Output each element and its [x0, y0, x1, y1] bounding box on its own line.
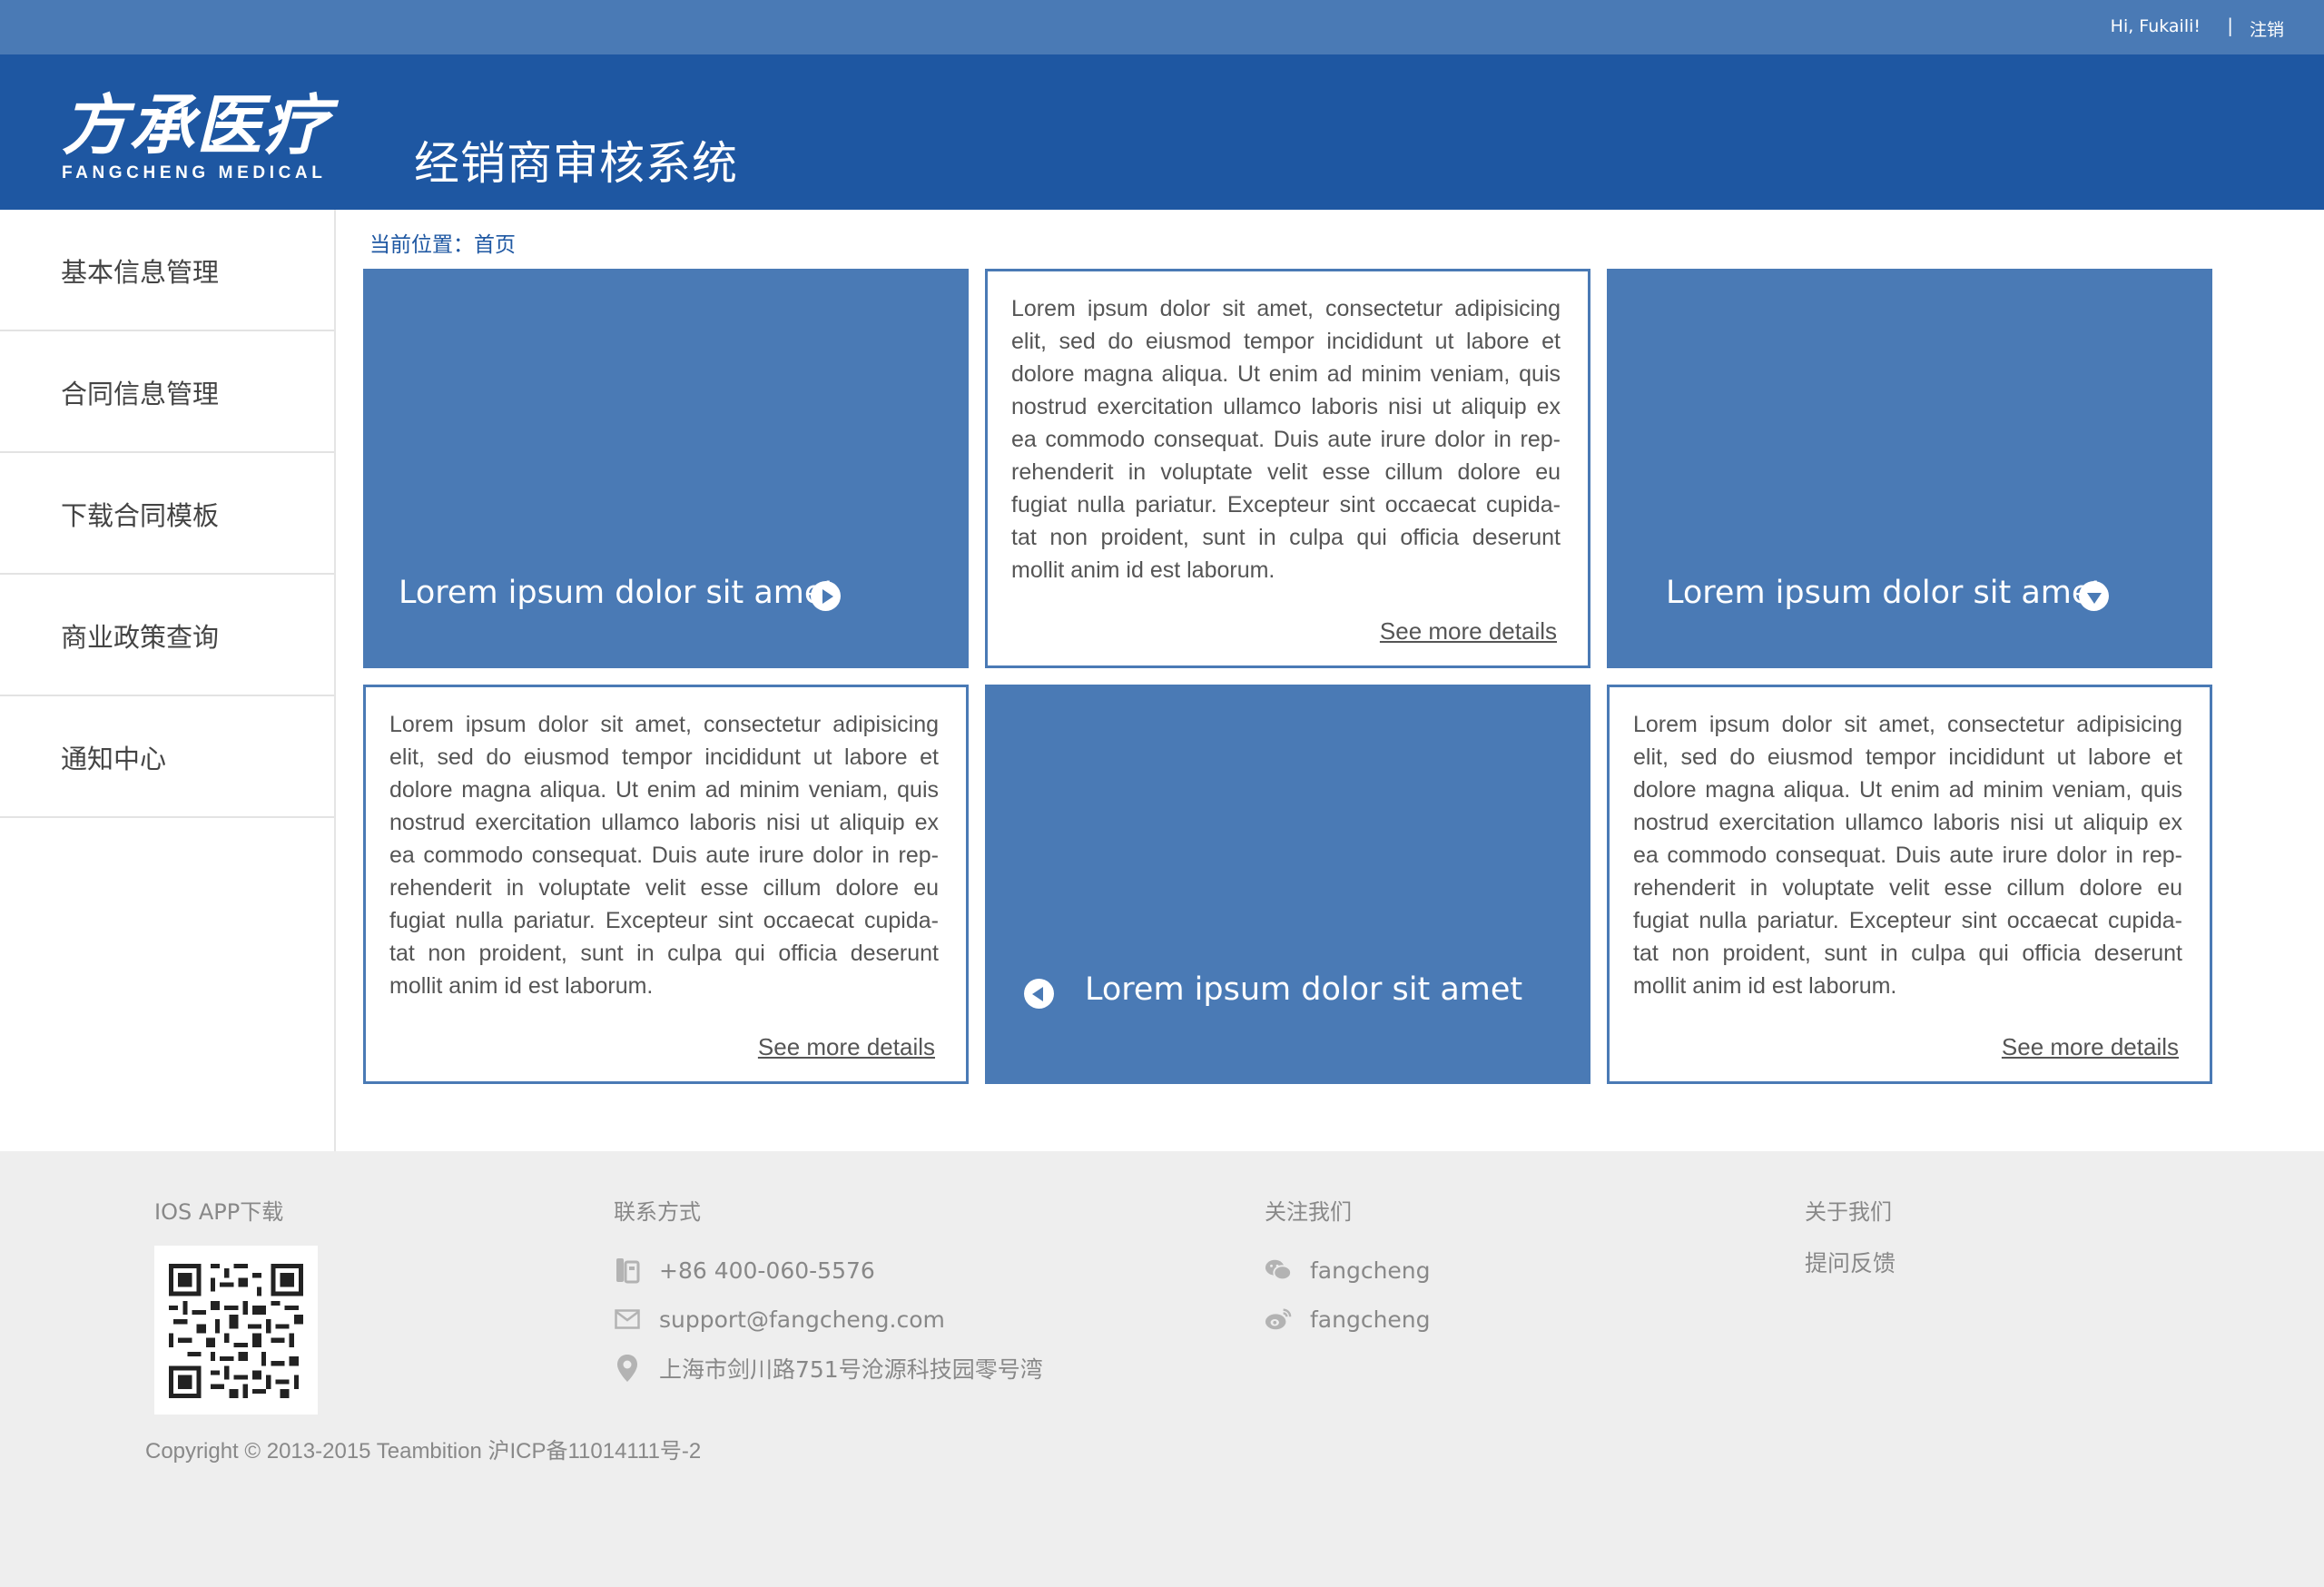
- feedback-link[interactable]: 提问反馈: [1805, 1246, 1896, 1278]
- footer-ios-column: IOS APP下载: [154, 1194, 318, 1414]
- logo-english: FANGCHENG MEDICAL: [62, 163, 327, 182]
- card-body-text: Lorem ipsum dolor sit amet, consectetur …: [1011, 296, 1561, 583]
- sidebar-item-download-template[interactable]: 下载合同模板: [0, 453, 334, 575]
- tile-card-2[interactable]: Lorem ipsum dolor sit amet: [1607, 269, 2212, 668]
- tile-title: Lorem ipsum dolor sit amet: [399, 575, 837, 611]
- logo[interactable]: 方承医疗 FANGCHENG MEDICAL: [62, 87, 343, 182]
- logout-link[interactable]: 注销: [2250, 16, 2284, 41]
- weibo-row: fangcheng: [1265, 1295, 1431, 1344]
- qr-code-icon[interactable]: [154, 1246, 318, 1414]
- user-greeting: Hi, Fukaili!: [2110, 16, 2201, 36]
- text-card-1: Lorem ipsum dolor sit amet, consectetur …: [985, 269, 1590, 668]
- weibo-icon: [1265, 1306, 1292, 1333]
- breadcrumb: 当前位置：首页: [369, 233, 516, 257]
- see-more-link[interactable]: See more details: [2002, 1033, 2179, 1061]
- follow-heading: 关注我们: [1265, 1199, 1352, 1225]
- text-card-2: Lorem ipsum dolor sit amet, consectetur …: [363, 685, 969, 1084]
- footer: IOS APP下载 联系方式 +86 400-060-5576 support@…: [0, 1151, 2324, 1587]
- email-row: support@fangcheng.com: [614, 1295, 1043, 1344]
- contact-heading: 联系方式: [614, 1199, 701, 1225]
- arrow-down-icon: [2079, 581, 2109, 611]
- ios-heading: IOS APP下载: [154, 1199, 284, 1225]
- sidebar: 基本信息管理 合同信息管理 下载合同模板 商业政策查询 通知中心: [0, 210, 336, 1151]
- text-card-3: Lorem ipsum dolor sit amet, consectetur …: [1607, 685, 2212, 1084]
- tile-title: Lorem ipsum dolor sit amet: [1085, 971, 1523, 1008]
- tile-card-1[interactable]: Lorem ipsum dolor sit amet: [363, 269, 969, 668]
- header: 方承医疗 FANGCHENG MEDICAL 经销商审核系统: [0, 54, 2324, 210]
- card-body-text: Lorem ipsum dolor sit amet, consectetur …: [1633, 712, 2182, 999]
- location-icon: [614, 1355, 641, 1382]
- mail-icon: [614, 1306, 641, 1333]
- address-text: 上海市剑川路751号沧源科技园零号湾: [659, 1356, 1043, 1383]
- see-more-link[interactable]: See more details: [1380, 617, 1557, 646]
- system-title: 经销商审核系统: [414, 137, 738, 190]
- topbar-separator: |: [2227, 15, 2233, 36]
- sidebar-item-contract-info[interactable]: 合同信息管理: [0, 331, 334, 453]
- about-heading: 关于我们: [1805, 1199, 1892, 1225]
- phone-number[interactable]: +86 400-060-5576: [659, 1257, 875, 1284]
- see-more-link[interactable]: See more details: [758, 1033, 935, 1061]
- phone-icon: [614, 1257, 641, 1284]
- wechat-row: fangcheng: [1265, 1246, 1431, 1295]
- logo-chinese: 方承医疗: [62, 87, 331, 163]
- sidebar-item-basic-info[interactable]: 基本信息管理: [0, 210, 334, 331]
- weibo-account[interactable]: fangcheng: [1310, 1306, 1431, 1333]
- copyright-text: Copyright © 2013-2015 Teambition 沪ICP备11…: [145, 1439, 702, 1464]
- tile-card-3[interactable]: Lorem ipsum dolor sit amet: [985, 685, 1590, 1084]
- footer-contact-column: 联系方式 +86 400-060-5576 support@fangcheng.…: [614, 1194, 1043, 1393]
- footer-about-column: 关于我们 提问反馈: [1805, 1194, 1896, 1278]
- arrow-left-icon: [1024, 979, 1054, 1009]
- address-row: 上海市剑川路751号沧源科技园零号湾: [614, 1344, 1043, 1393]
- wechat-icon: [1265, 1257, 1292, 1284]
- wechat-account[interactable]: fangcheng: [1310, 1257, 1431, 1284]
- phone-row: +86 400-060-5576: [614, 1246, 1043, 1295]
- tile-title: Lorem ipsum dolor sit amet: [1666, 575, 2104, 611]
- sidebar-item-notifications[interactable]: 通知中心: [0, 696, 334, 818]
- top-bar: Hi, Fukaili! | 注销: [0, 0, 2324, 54]
- email-address[interactable]: support@fangcheng.com: [659, 1306, 945, 1333]
- card-body-text: Lorem ipsum dolor sit amet, consectetur …: [389, 712, 939, 999]
- arrow-right-icon: [811, 581, 841, 611]
- sidebar-item-policy-query[interactable]: 商业政策查询: [0, 575, 334, 696]
- footer-follow-column: 关注我们 fangcheng fangcheng: [1265, 1194, 1431, 1344]
